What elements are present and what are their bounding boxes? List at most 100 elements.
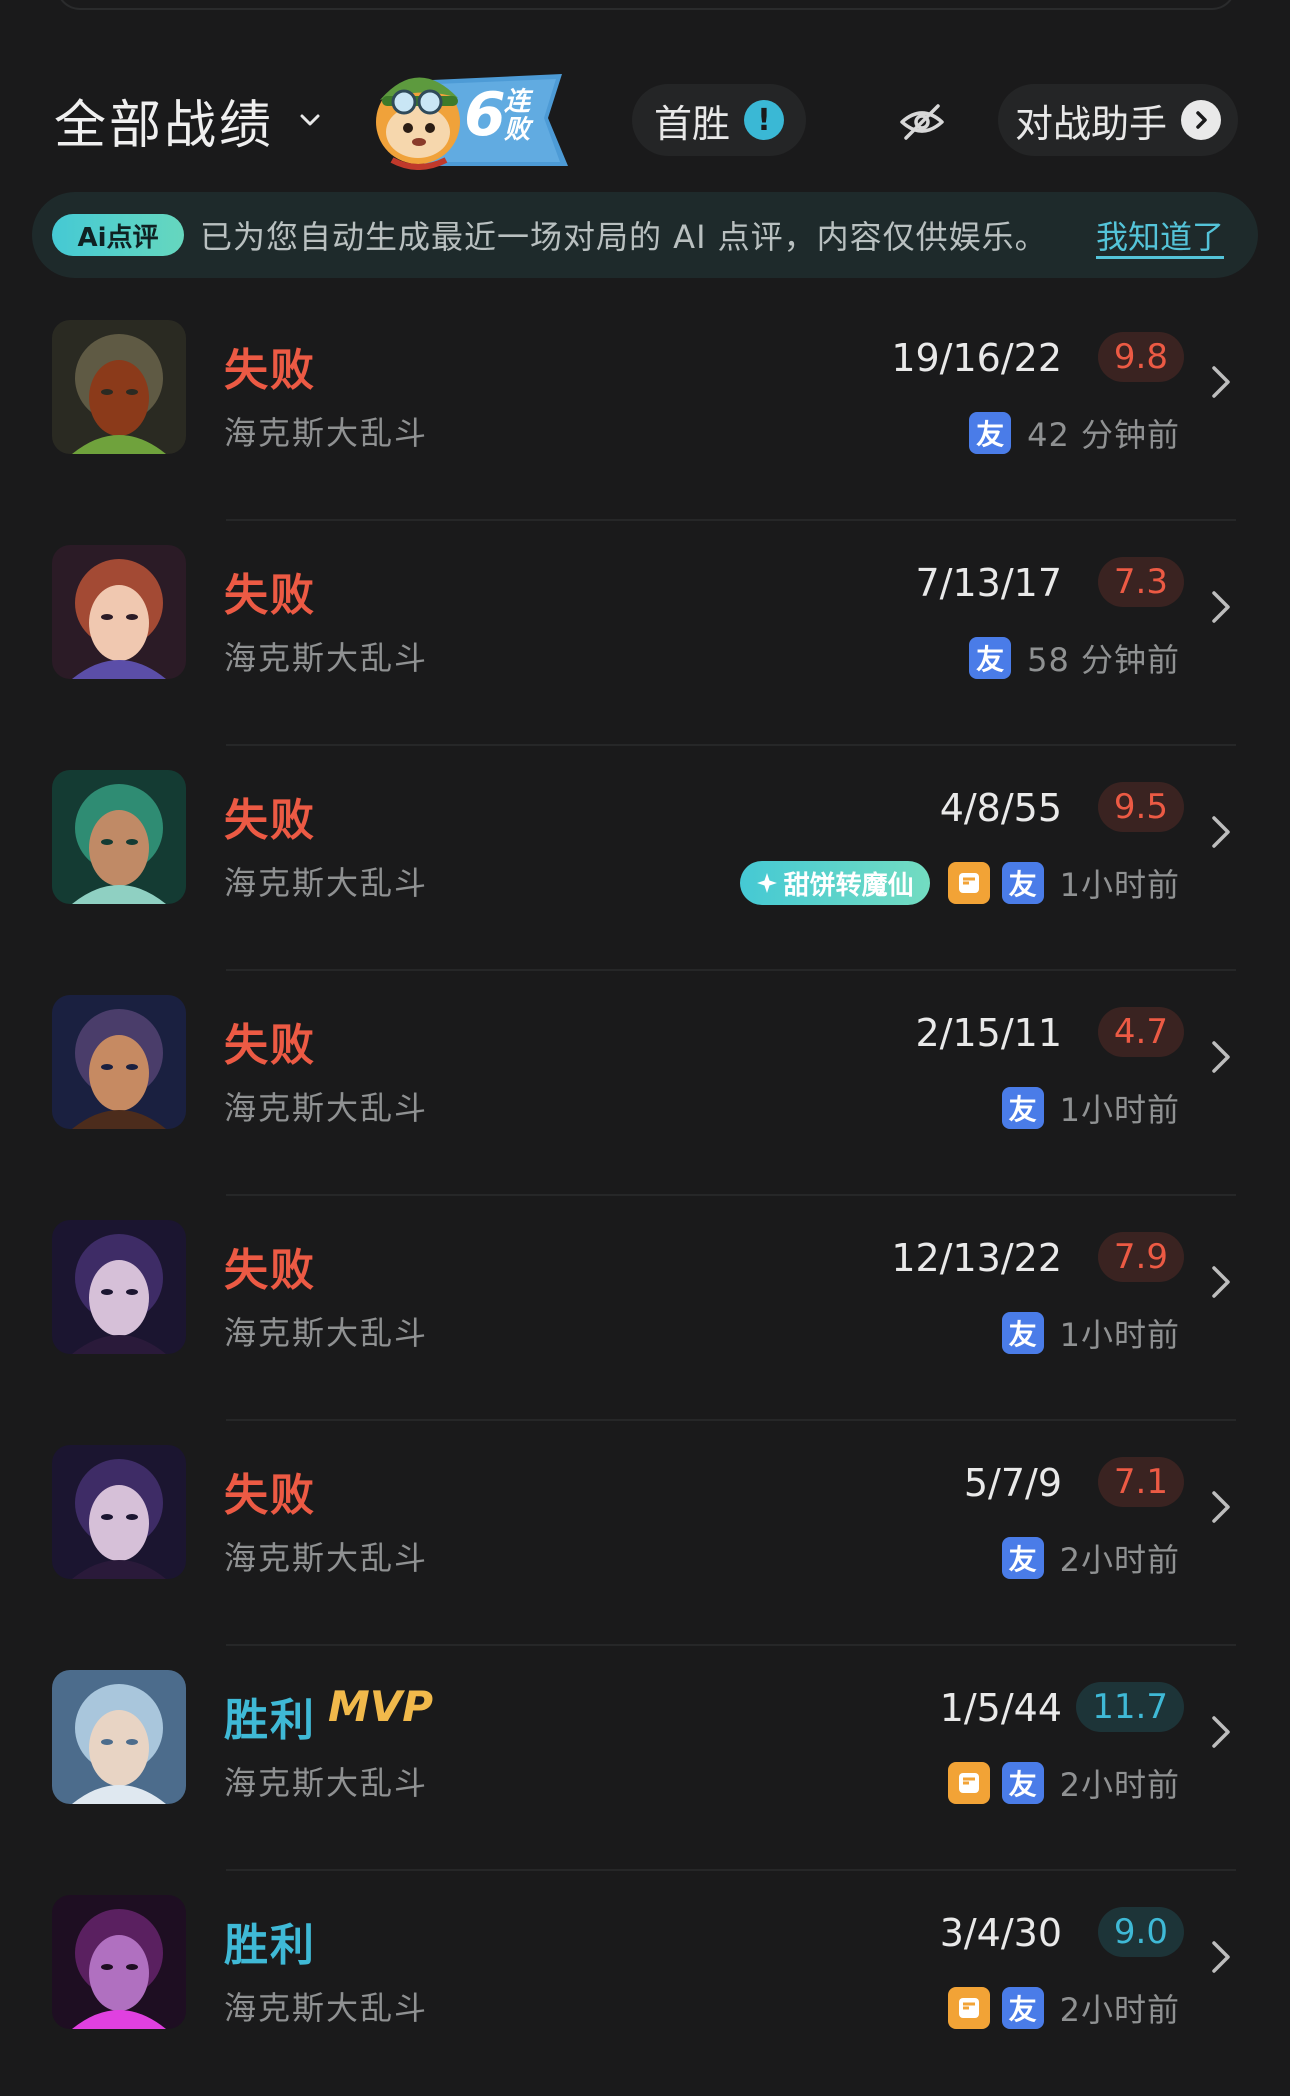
chevron-down-icon — [300, 114, 320, 126]
streak-label: 连败 — [504, 87, 531, 145]
match-row[interactable]: 失败 海克斯大乱斗 12/13/22 7.9 友 1小时前 — [0, 1196, 1290, 1421]
match-row[interactable]: 失败 海克斯大乱斗 5/7/9 7.1 友 2小时前 — [0, 1421, 1290, 1646]
ai-acknowledge-link[interactable]: 我知道了 — [1096, 212, 1224, 258]
chevron-right-icon — [1212, 366, 1230, 398]
match-meta: 友 2小时前 — [947, 1985, 1180, 2031]
champion-portrait-5-icon — [52, 1445, 186, 1579]
battle-assistant-button[interactable]: 对战助手 — [998, 84, 1238, 156]
friend-tag: 友 — [1001, 1087, 1044, 1129]
losing-streak-badge[interactable]: 6 连败 — [362, 62, 570, 170]
match-score: 4.7 — [1097, 1007, 1184, 1057]
special-augment-tag: 甜饼转魔仙 — [739, 861, 930, 905]
match-score: 7.9 — [1097, 1232, 1184, 1282]
match-result: 失败 — [224, 795, 316, 846]
match-time: 1小时前 — [1059, 1091, 1180, 1129]
champion-portrait-4-icon — [52, 995, 186, 1129]
kda-stat: 19/16/22 — [891, 336, 1062, 380]
kda-stat: 2/15/11 — [915, 1011, 1063, 1055]
game-mode: 海克斯大乱斗 — [224, 864, 429, 902]
friend-tag: 友 — [1001, 862, 1044, 904]
game-mode: 海克斯大乱斗 — [224, 1539, 429, 1577]
match-time: 42 分钟前 — [1027, 416, 1180, 454]
kda-stat: 5/7/9 — [963, 1461, 1062, 1505]
champion-portrait-1-icon — [52, 320, 186, 454]
match-result: 失败 — [224, 1470, 316, 1521]
alert-icon: ! — [744, 100, 784, 140]
champion-portrait-6-icon — [52, 1670, 186, 1804]
match-row[interactable]: 胜利 海克斯大乱斗 3/4/30 9.0 友 2小时前 — [0, 1871, 1290, 2096]
champion-portrait-5-icon — [52, 1220, 186, 1354]
match-meta: 友 1小时前 — [1001, 1085, 1180, 1131]
match-meta: 友 2小时前 — [947, 1760, 1180, 1806]
match-meta: 友 2小时前 — [1001, 1535, 1180, 1581]
champion-avatar — [52, 995, 186, 1129]
champion-portrait-3-icon — [52, 770, 186, 904]
streak-text: 6 连败 — [464, 80, 554, 152]
game-mode: 海克斯大乱斗 — [224, 1314, 429, 1352]
match-score: 9.5 — [1097, 782, 1184, 832]
filter-label: 全部战绩 — [54, 95, 275, 156]
friend-tag: 友 — [1001, 1537, 1044, 1579]
kda-stat: 4/8/55 — [939, 786, 1062, 830]
match-result: 胜利 — [224, 1920, 316, 1971]
game-mode: 海克斯大乱斗 — [224, 639, 429, 677]
first-win-button[interactable]: 首胜 ! — [632, 84, 806, 156]
hide-eye-icon[interactable] — [896, 96, 948, 148]
friend-tag: 友 — [1001, 1987, 1044, 2029]
champion-avatar — [52, 1445, 186, 1579]
chevron-right-icon — [1212, 1716, 1230, 1748]
match-result: 失败 — [224, 570, 316, 621]
chevron-right-icon — [1212, 1041, 1230, 1073]
game-mode: 海克斯大乱斗 — [224, 414, 429, 452]
match-time: 2小时前 — [1059, 1766, 1180, 1804]
sparkle-icon — [756, 873, 777, 893]
match-time: 2小时前 — [1059, 1541, 1180, 1579]
mvp-badge: MVP — [328, 1682, 434, 1731]
match-score: 7.3 — [1097, 557, 1184, 607]
match-score: 11.7 — [1076, 1682, 1184, 1732]
match-time: 1小时前 — [1059, 1316, 1180, 1354]
clip-icon — [947, 862, 990, 904]
champion-avatar — [52, 1895, 186, 2029]
match-row[interactable]: 失败 海克斯大乱斗 7/13/17 7.3 友 58 分钟前 — [0, 521, 1290, 746]
champion-portrait-2-icon — [52, 545, 186, 679]
first-win-label: 首胜 — [653, 101, 730, 146]
match-row[interactable]: 失败 海克斯大乱斗 19/16/22 9.8 友 42 分钟前 — [0, 296, 1290, 521]
streak-number: 6 — [464, 80, 506, 150]
ai-review-tag: Ai点评 — [52, 214, 184, 256]
match-time: 58 分钟前 — [1027, 641, 1180, 679]
champion-avatar — [52, 545, 186, 679]
kda-stat: 12/13/22 — [891, 1236, 1062, 1280]
match-score: 9.0 — [1097, 1907, 1184, 1957]
friend-tag: 友 — [1001, 1762, 1044, 1804]
match-score: 9.8 — [1097, 332, 1184, 382]
champion-portrait-7-icon — [52, 1895, 186, 2029]
header-bar: 全部战绩 6 连败 首胜 ! 对战助手 — [0, 60, 1290, 180]
match-time: 2小时前 — [1059, 1991, 1180, 2029]
match-meta: 友 1小时前 — [1001, 1310, 1180, 1356]
match-result: 失败 — [224, 345, 316, 396]
top-panel-edge — [56, 0, 1236, 10]
friend-tag: 友 — [1001, 1312, 1044, 1354]
match-history-list: 失败 海克斯大乱斗 19/16/22 9.8 友 42 分钟前 失败 海克斯大乱… — [0, 296, 1290, 2096]
kda-stat: 3/4/30 — [939, 1911, 1062, 1955]
match-result: 失败 — [224, 1245, 316, 1296]
match-time: 1小时前 — [1059, 866, 1180, 904]
match-row[interactable]: 失败 海克斯大乱斗 4/8/55 9.5 甜饼转魔仙 友 1小时前 — [0, 746, 1290, 971]
match-meta: 甜饼转魔仙 友 1小时前 — [739, 860, 1180, 906]
kda-stat: 7/13/17 — [915, 561, 1063, 605]
ai-review-text: 已为您自动生成最近一场对局的 AI 点评，内容仅供娱乐。 — [200, 218, 1048, 256]
champion-avatar — [52, 1670, 186, 1804]
match-row[interactable]: 胜利 MVP 海克斯大乱斗 1/5/44 11.7 友 2小时前 — [0, 1646, 1290, 1871]
record-filter-dropdown[interactable]: 全部战绩 — [54, 90, 324, 156]
game-mode: 海克斯大乱斗 — [224, 1764, 429, 1802]
champion-avatar — [52, 1220, 186, 1354]
match-meta: 友 42 分钟前 — [969, 410, 1180, 456]
special-tag-label: 甜饼转魔仙 — [783, 870, 914, 901]
match-row[interactable]: 失败 海克斯大乱斗 2/15/11 4.7 友 1小时前 — [0, 971, 1290, 1196]
chevron-right-icon — [1212, 591, 1230, 623]
chevron-right-icon — [1212, 1491, 1230, 1523]
match-result: 胜利 — [224, 1695, 316, 1746]
battle-assistant-label: 对战助手 — [1014, 101, 1167, 146]
ai-review-banner: Ai点评 已为您自动生成最近一场对局的 AI 点评，内容仅供娱乐。 我知道了 — [32, 192, 1258, 278]
